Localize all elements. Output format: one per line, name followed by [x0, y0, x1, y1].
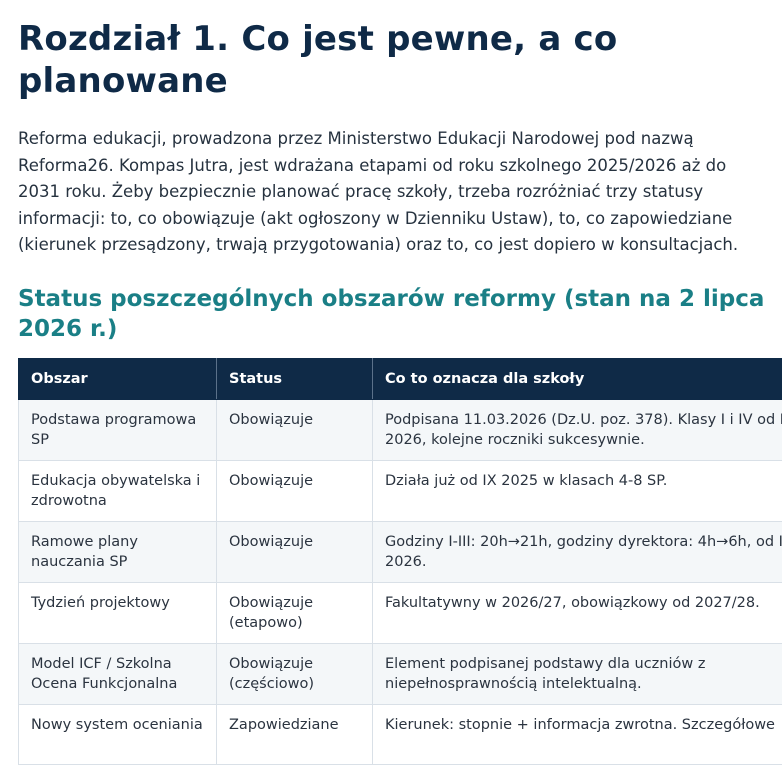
table-row: Tydzień projektowy Obowiązuje (etapowo) … — [19, 582, 782, 643]
table-row: Nowy system oceniania Zapowiedziane Kier… — [19, 704, 782, 764]
table-row: Model ICF / Szkolna Ocena Funkcjonalna O… — [19, 643, 782, 704]
cell-status: Obowiązuje — [217, 460, 373, 521]
cell-area: Edukacja obywatelska i zdrowotna — [19, 460, 217, 521]
header-meaning: Co to oznacza dla szkoły — [373, 358, 782, 399]
cell-status: Obowiązuje — [217, 399, 373, 460]
cell-area: Model ICF / Szkolna Ocena Funkcjonalna — [19, 643, 217, 704]
table-header-row: Obszar Status Co to oznacza dla szkoły — [19, 358, 782, 399]
cell-meaning: Podpisana 11.03.2026 (Dz.U. poz. 378). K… — [373, 399, 782, 460]
cell-area: Nowy system oceniania — [19, 704, 217, 764]
section-title: Status poszczególnych obszarów reformy (… — [18, 284, 778, 344]
cell-meaning: Kierunek: stopnie + informacja zwrotna. … — [373, 704, 782, 764]
table-row: Ramowe plany nauczania SP Obowiązuje God… — [19, 521, 782, 582]
header-area: Obszar — [19, 358, 217, 399]
cell-status: Zapowiedziane — [217, 704, 373, 764]
chapter-title: Rozdział 1. Co jest pewne, a co planowan… — [18, 18, 698, 102]
document-page: Rozdział 1. Co jest pewne, a co planowan… — [18, 0, 782, 765]
cell-meaning: Działa już od IX 2025 w klasach 4-8 SP. — [373, 460, 782, 521]
cell-meaning: Element podpisanej podstawy dla uczniów … — [373, 643, 782, 704]
table-row: Edukacja obywatelska i zdrowotna Obowiąz… — [19, 460, 782, 521]
cell-status: Obowiązuje — [217, 521, 373, 582]
cell-meaning: Fakultatywny w 2026/27, obowiązkowy od 2… — [373, 582, 782, 643]
cell-status: Obowiązuje (etapowo) — [217, 582, 373, 643]
cell-area: Ramowe plany nauczania SP — [19, 521, 217, 582]
cell-status: Obowiązuje (częściowo) — [217, 643, 373, 704]
reform-status-table: Obszar Status Co to oznacza dla szkoły P… — [18, 358, 782, 765]
header-status: Status — [217, 358, 373, 399]
cell-area: Tydzień projektowy — [19, 582, 217, 643]
table-row: Podstawa programowa SP Obowiązuje Podpis… — [19, 399, 782, 460]
cell-area: Podstawa programowa SP — [19, 399, 217, 460]
intro-paragraph: Reforma edukacji, prowadzona przez Minis… — [18, 126, 780, 259]
cell-meaning: Godziny I-III: 20h→21h, godziny dyrektor… — [373, 521, 782, 582]
